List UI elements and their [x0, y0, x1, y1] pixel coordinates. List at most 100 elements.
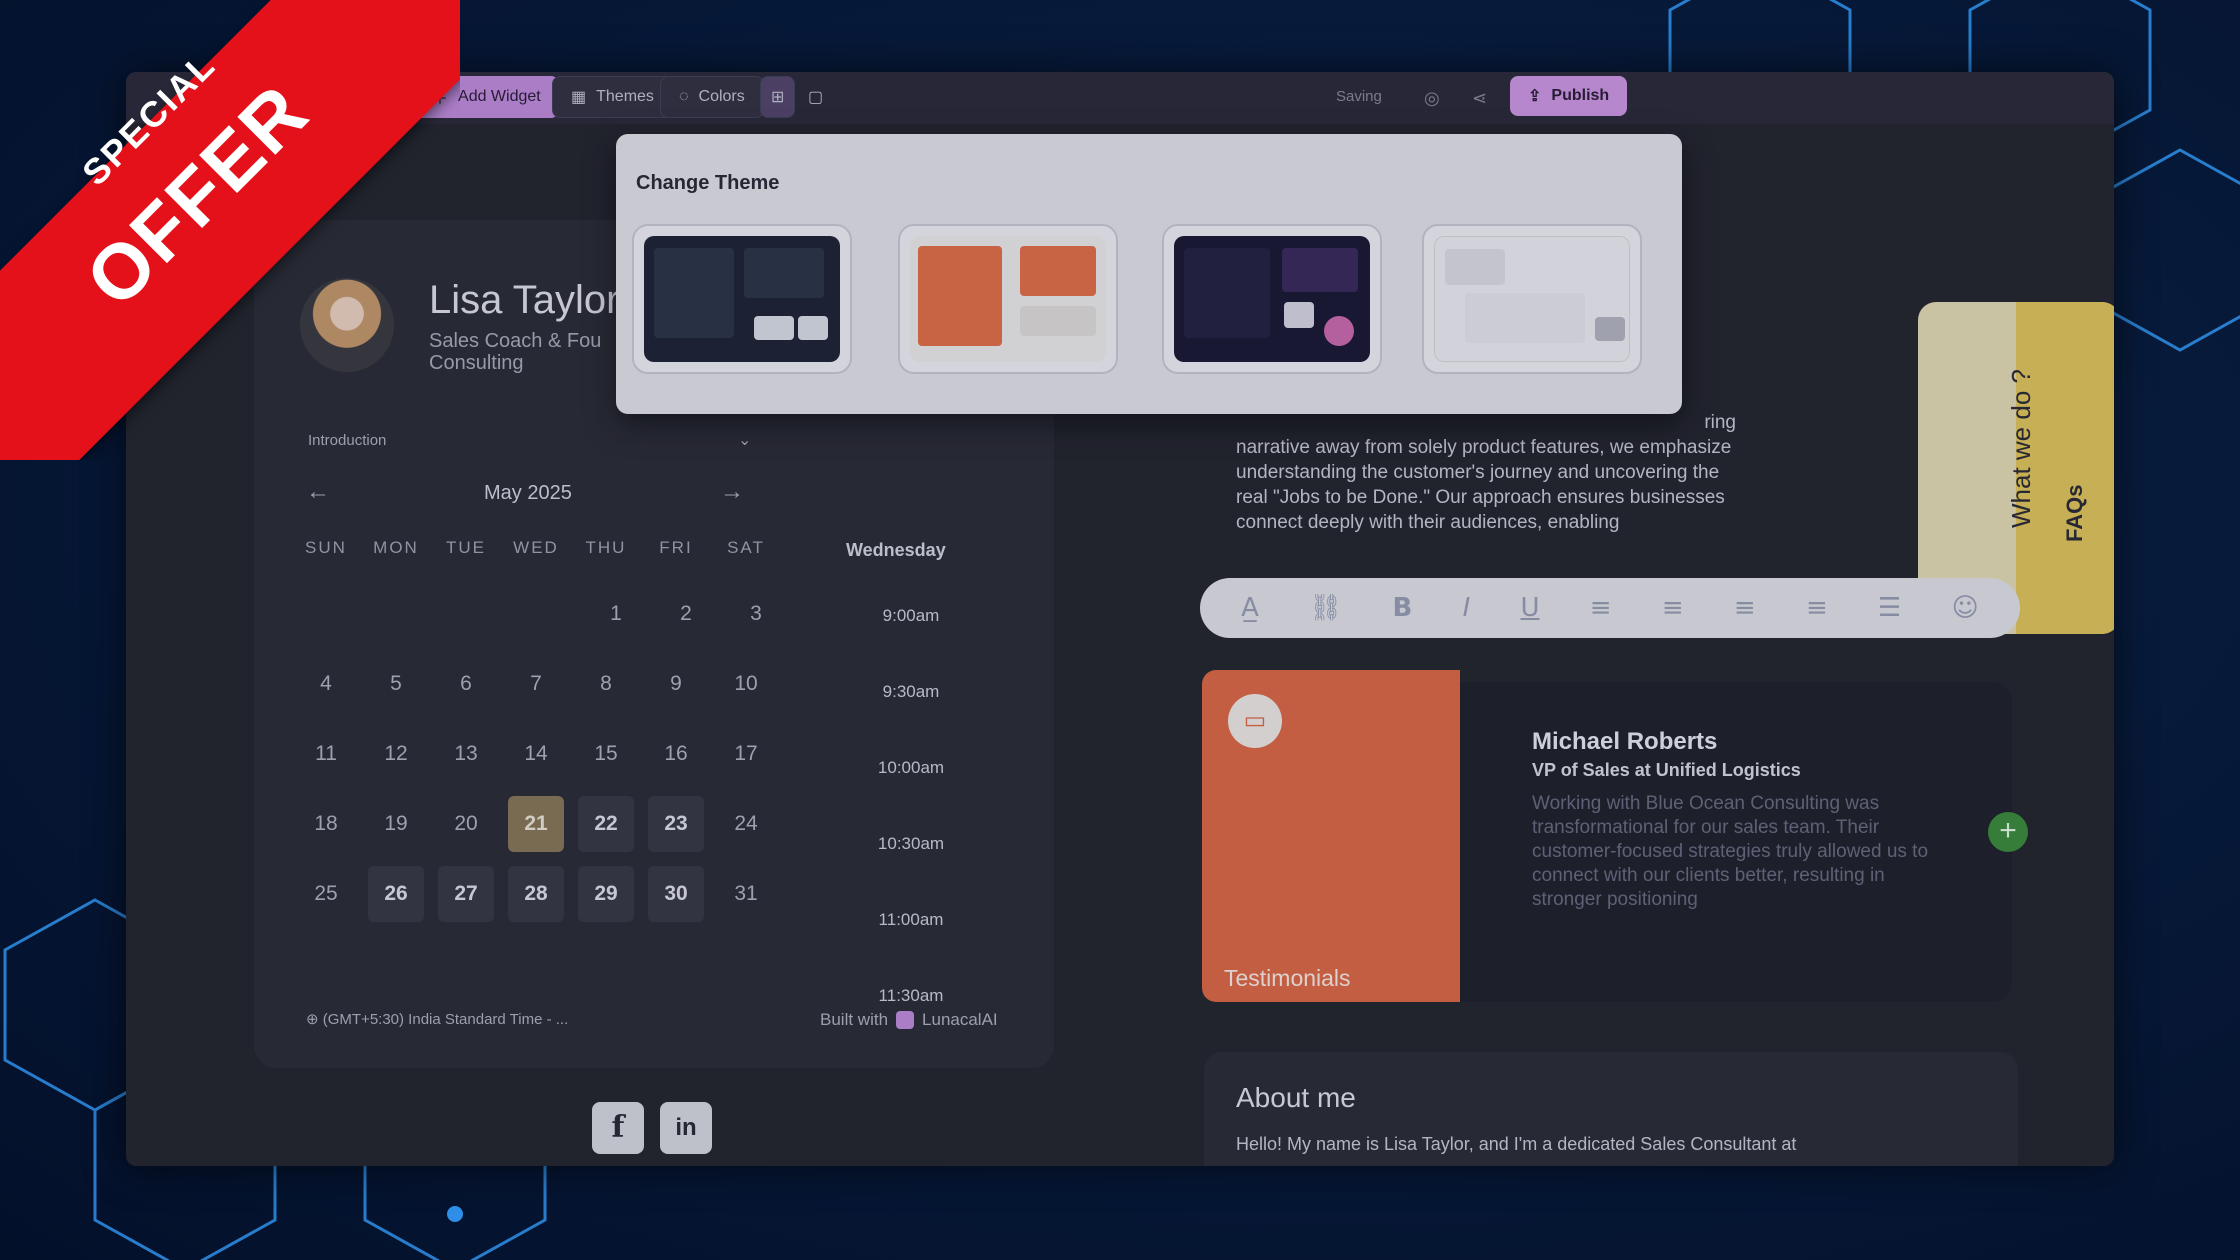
day-of-week: FRI	[659, 538, 693, 557]
time-slot[interactable]: 10:00am	[846, 758, 976, 778]
link-icon[interactable]: ⛓	[1309, 593, 1342, 623]
facebook-icon[interactable]: f	[592, 1102, 644, 1154]
ribbon-band	[0, 0, 460, 460]
time-slot[interactable]: 9:00am	[846, 606, 976, 626]
calendar-day: 15	[594, 742, 618, 765]
underline-icon[interactable]: U	[1521, 593, 1540, 623]
time-slot[interactable]: 11:00am	[846, 910, 976, 930]
linkedin-icon[interactable]: in	[660, 1102, 712, 1154]
bold-icon[interactable]: B	[1392, 593, 1412, 623]
saving-status: Saving	[1336, 88, 1382, 105]
day-of-week: TUE	[446, 538, 486, 557]
services-paragraph: narrative away from solely product featu…	[1236, 437, 1732, 533]
layout-single-button[interactable]: ▢	[798, 76, 833, 118]
calendar-day: 8	[600, 672, 612, 695]
add-testimonial-button[interactable]: +	[1988, 812, 2028, 852]
emoji-icon[interactable]: ☺	[1952, 593, 1979, 623]
palette-icon: ▦	[571, 89, 587, 106]
theme-thumbnail	[1174, 236, 1370, 362]
calendar-day: 14	[524, 742, 548, 765]
colors-label: Colors	[698, 88, 745, 105]
next-month-arrow-icon[interactable]: →	[720, 478, 744, 506]
calendar-day-available[interactable]: 29	[578, 866, 634, 922]
faq-label: FAQs	[2062, 484, 2087, 542]
theme-thumbnail	[910, 236, 1106, 362]
calendar-day: 18	[314, 812, 338, 835]
timezone-select[interactable]: ⊕ (GMT+5:30) India Standard Time - ...	[306, 1010, 568, 1028]
publish-label: Publish	[1551, 87, 1610, 104]
calendar-day-available[interactable]: 30	[648, 866, 704, 922]
calendar-day-available[interactable]: 27	[438, 866, 494, 922]
themes-label: Themes	[596, 88, 654, 105]
align-justify-icon[interactable]: ≡	[1806, 593, 1828, 623]
change-theme-popover: Change Theme	[616, 134, 1682, 414]
brand-name: LunacalAI	[922, 1010, 998, 1029]
theme-option-orange[interactable]	[898, 224, 1118, 374]
timezone-label: (GMT+5:30) India Standard Time - ...	[322, 1011, 569, 1028]
upload-icon: ⇪	[1528, 88, 1542, 105]
popover-title: Change Theme	[636, 172, 780, 194]
italic-icon[interactable]: I	[1463, 593, 1471, 623]
calendar-day: 4	[320, 672, 332, 695]
time-slot[interactable]: 9:30am	[846, 682, 976, 702]
grid-icon: ⊞	[771, 89, 785, 106]
calendar-day: 5	[390, 672, 402, 695]
time-slot[interactable]: 11:30am	[846, 986, 976, 1006]
day-of-week: WED	[513, 538, 559, 557]
theme-option-navy[interactable]	[1162, 224, 1382, 374]
calendar-day-available[interactable]: 23	[648, 796, 704, 852]
prev-month-arrow-icon[interactable]: ←	[306, 478, 330, 506]
preview-icon[interactable]: ◎	[1424, 88, 1440, 109]
globe-icon: ⊕	[306, 1011, 323, 1028]
day-of-week: MON	[373, 538, 419, 557]
layout-grid-button[interactable]: ⊞	[760, 76, 796, 118]
theme-option-light[interactable]	[1422, 224, 1642, 374]
built-with-badge[interactable]: Built with LunacalAI	[820, 1010, 998, 1030]
brand-logo-icon	[896, 1011, 915, 1029]
text-formatting-toolbar: A̲ ⛓ B I U ≡ ≡ ≡ ≡ ☰ ☺	[1200, 578, 2020, 638]
calendar-day-available[interactable]: 22	[578, 796, 634, 852]
calendar-day: 25	[314, 882, 338, 905]
calendar-day: 2	[680, 602, 692, 625]
testimonials-tab[interactable]: ▭ Testimonials	[1202, 670, 1460, 1002]
calendar-day: 1	[610, 602, 622, 625]
colors-button[interactable]: ◌ Colors	[660, 76, 764, 118]
time-slot[interactable]: 10:30am	[846, 834, 976, 854]
calendar-day-available[interactable]: 26	[368, 866, 424, 922]
calendar-day: 24	[734, 812, 758, 835]
special-offer-ribbon: SPECIAL OFFER	[0, 0, 460, 460]
add-widget-label: Add Widget	[458, 88, 541, 105]
chat-bubble-icon: ▭	[1228, 694, 1282, 748]
calendar-day: 11	[315, 742, 337, 765]
theme-option-dark[interactable]	[632, 224, 852, 374]
calendar-day: 9	[670, 672, 682, 695]
theme-thumbnail	[644, 236, 840, 362]
calendar-day: 6	[460, 672, 472, 695]
selected-weekday: Wednesday	[846, 540, 946, 560]
about-title: About me	[1236, 1082, 1356, 1113]
calendar-day-available[interactable]: 28	[508, 866, 564, 922]
calendar-day-selected[interactable]: 21	[508, 796, 564, 852]
calendar-day: 31	[734, 882, 758, 905]
numbered-list-icon[interactable]: ☰	[1878, 593, 1901, 623]
align-left-icon[interactable]: ≡	[1590, 593, 1612, 623]
built-with-label: Built with	[820, 1010, 889, 1029]
testimonials-label: Testimonials	[1224, 965, 1351, 991]
reviewer-name: Michael Roberts	[1532, 728, 1718, 755]
calendar-day: 19	[384, 812, 408, 835]
day-of-week: SUN	[305, 538, 347, 557]
themes-button[interactable]: ▦ Themes	[552, 76, 673, 118]
calendar-month: May 2025	[484, 482, 572, 504]
chevron-down-icon[interactable]: ⌄	[738, 430, 751, 450]
calendar-day: 13	[454, 742, 478, 765]
about-text: Hello! My name is Lisa Taylor, and I'm a…	[1236, 1134, 1797, 1154]
calendar-day: 7	[530, 672, 542, 695]
align-center-icon[interactable]: ≡	[1662, 593, 1684, 623]
publish-button[interactable]: ⇪ Publish	[1510, 76, 1628, 116]
calendar-day: 3	[750, 602, 762, 625]
services-text-widget[interactable]: ring narrative away from solely product …	[1236, 410, 1736, 535]
align-right-icon[interactable]: ≡	[1734, 593, 1756, 623]
reviewer-role: VP of Sales at Unified Logistics	[1532, 760, 1801, 780]
share-icon[interactable]: ⋖	[1472, 88, 1487, 109]
text-color-icon[interactable]: A̲	[1241, 593, 1259, 623]
